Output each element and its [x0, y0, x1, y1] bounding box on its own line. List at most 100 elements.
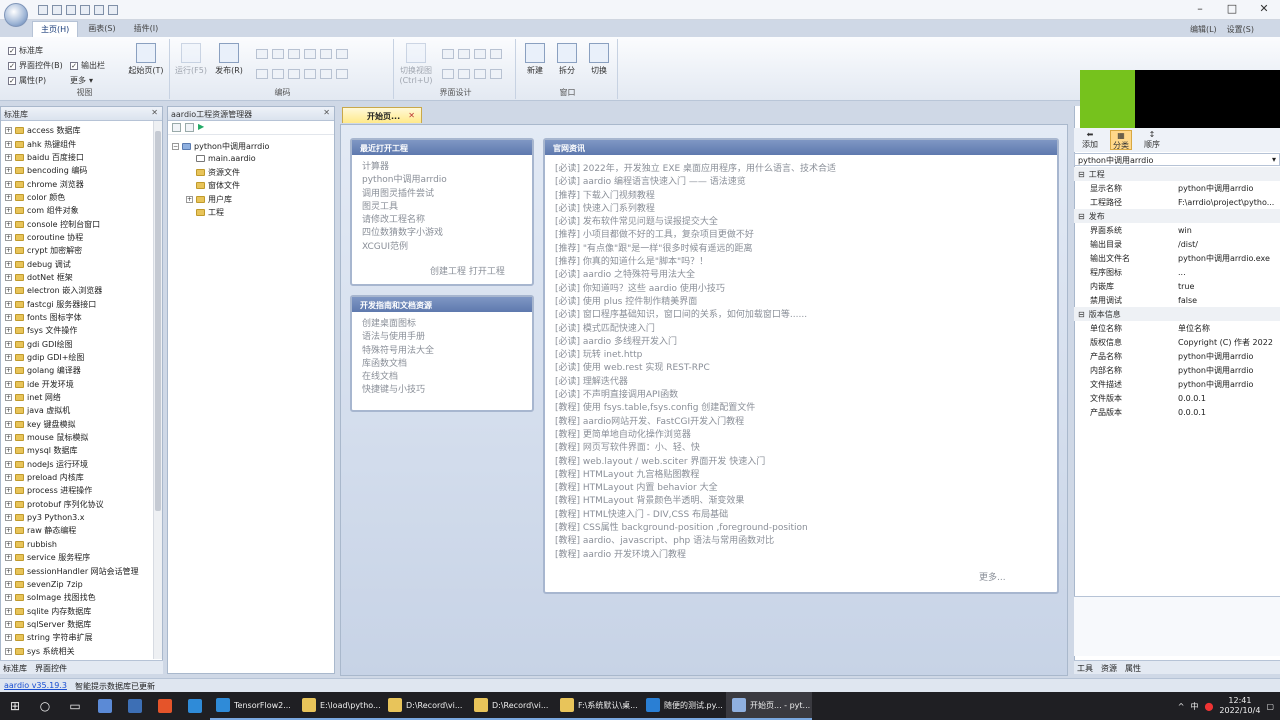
- collapse-icon[interactable]: ⊟: [1078, 212, 1085, 221]
- bookmark-tool-icon[interactable]: [256, 69, 268, 79]
- property-value[interactable]: Copyright (C) 作者 2022: [1174, 337, 1280, 348]
- library-item[interactable]: + baidu 百度接口: [5, 151, 162, 164]
- property-value[interactable]: 0.0.0.1: [1174, 408, 1280, 417]
- library-scroll-thumb[interactable]: [155, 131, 161, 511]
- tree-item-userlib[interactable]: + 用户库: [186, 194, 232, 205]
- guide-link[interactable]: 创建桌面图标: [362, 318, 522, 331]
- expand-icon[interactable]: +: [5, 247, 12, 255]
- library-item[interactable]: + sessionHandler 网站会话管理: [5, 564, 162, 577]
- expand-icon[interactable]: +: [5, 180, 12, 188]
- news-link[interactable]: [教程] HTMLayout 九宫格贴图教程: [555, 469, 1047, 482]
- center-form-icon[interactable]: [490, 69, 502, 79]
- search-icon[interactable]: ○: [30, 692, 60, 720]
- library-item[interactable]: + raw 静态编程: [5, 524, 162, 537]
- checkbox-ui-controls[interactable]: ✓ 界面控件(B): [8, 60, 63, 71]
- library-item[interactable]: + sqlServer 数据库: [5, 618, 162, 631]
- news-link[interactable]: [必读] 模式匹配快速入门: [555, 323, 1047, 336]
- expand-icon[interactable]: +: [5, 527, 12, 535]
- library-item[interactable]: + console 控制台窗口: [5, 217, 162, 230]
- expand-icon[interactable]: +: [5, 260, 12, 268]
- property-value[interactable]: python中调用arrdio: [1174, 379, 1280, 390]
- expand-icon[interactable]: +: [5, 447, 12, 455]
- library-item[interactable]: + electron 嵌入浏览器: [5, 284, 162, 297]
- tree-item-project[interactable]: 工程: [196, 207, 224, 218]
- library-item[interactable]: + fonts 图标字体: [5, 311, 162, 324]
- library-item[interactable]: + inet 网络: [5, 391, 162, 404]
- expand-icon[interactable]: +: [5, 487, 12, 495]
- expand-icon[interactable]: +: [5, 380, 12, 388]
- replace-tool-icon[interactable]: [288, 69, 300, 79]
- library-item[interactable]: + dotNet 框架: [5, 271, 162, 284]
- news-link[interactable]: [必读] 快速入门系列教程: [555, 203, 1047, 216]
- property-row[interactable]: 工程路径 F:\arrdio\project\pytho...: [1074, 195, 1280, 209]
- news-link[interactable]: [教程] aardio 开发环境入门教程: [555, 549, 1047, 562]
- news-link[interactable]: [教程] 更简单地自动化操作浏览器: [555, 429, 1047, 442]
- expand-icon[interactable]: +: [5, 607, 12, 615]
- categorize-button[interactable]: ▦ 分类: [1110, 130, 1132, 150]
- library-item[interactable]: + access 数据库: [5, 124, 162, 137]
- guide-link[interactable]: 库函数文档: [362, 358, 522, 371]
- new-window-button[interactable]: 新建: [520, 43, 550, 76]
- start-menu-icon[interactable]: ⊞: [0, 692, 30, 720]
- library-item[interactable]: + nodeJs 运行环境: [5, 458, 162, 471]
- align-left-icon[interactable]: [442, 49, 454, 59]
- start-page-button[interactable]: 起始页(T): [126, 43, 166, 76]
- library-item[interactable]: + sys 系统相关: [5, 644, 162, 657]
- comment-tool-icon[interactable]: [304, 49, 316, 59]
- tab-resources[interactable]: 资源: [1101, 663, 1117, 673]
- property-row[interactable]: 产品版本 0.0.0.1: [1074, 405, 1280, 419]
- library-item[interactable]: + service 服务程序: [5, 551, 162, 564]
- library-item[interactable]: + protobuf 序列化协议: [5, 498, 162, 511]
- news-link[interactable]: [教程] aardio、javascript、php 语法与常用函数对比: [555, 535, 1047, 548]
- split-window-button[interactable]: 拆分: [552, 43, 582, 76]
- library-item[interactable]: + ide 开发环境: [5, 378, 162, 391]
- tab-library[interactable]: 标准库: [3, 663, 27, 673]
- library-close-icon[interactable]: ✕: [151, 108, 158, 117]
- tab-plugins[interactable]: 插件(I): [126, 21, 167, 37]
- expand-icon[interactable]: +: [5, 127, 12, 135]
- more-views[interactable]: 更多 ▾: [70, 75, 93, 86]
- news-link[interactable]: [推荐] 小项目都做不好的工具，复杂项目更做不好: [555, 229, 1047, 242]
- expand-icon[interactable]: +: [5, 500, 12, 508]
- expand-icon[interactable]: +: [5, 540, 12, 548]
- run-project-icon[interactable]: ▶: [198, 123, 207, 132]
- library-item[interactable]: + crypt 加密解密: [5, 244, 162, 257]
- news-link[interactable]: [教程] aardio网站开发、FastCGI开发入门教程: [555, 416, 1047, 429]
- library-scrollbar[interactable]: [153, 121, 162, 659]
- maximize-button[interactable]: □: [1216, 0, 1248, 18]
- close-button[interactable]: ✕: [1248, 0, 1280, 18]
- property-row[interactable]: 内部名称 python中调用arrdio: [1074, 363, 1280, 377]
- run-button[interactable]: 运行(F5): [174, 43, 208, 76]
- redo-icon[interactable]: [108, 5, 118, 15]
- library-item[interactable]: + coroutine 协程: [5, 231, 162, 244]
- library-item[interactable]: + gdip GDI+绘图: [5, 351, 162, 364]
- fold-tool-icon[interactable]: [304, 69, 316, 79]
- property-row[interactable]: 单位名称 单位名称: [1074, 321, 1280, 335]
- property-section[interactable]: ⊟ 版本信息: [1074, 307, 1280, 321]
- expand-icon[interactable]: +: [5, 207, 12, 215]
- library-item[interactable]: + sqlite 内存数据库: [5, 604, 162, 617]
- find-tool-icon[interactable]: [336, 49, 348, 59]
- indent-tool-icon[interactable]: [272, 49, 284, 59]
- property-value[interactable]: /dist/: [1174, 240, 1280, 249]
- property-value[interactable]: 0.0.0.1: [1174, 394, 1280, 403]
- news-link[interactable]: [必读] aardio 编程语言快速入门 —— 语法速览: [555, 176, 1047, 189]
- taskbar-window-button[interactable]: TensorFlow2...: [210, 692, 296, 720]
- expand-icon[interactable]: +: [5, 407, 12, 415]
- save-all-icon[interactable]: [80, 5, 90, 15]
- property-value[interactable]: true: [1174, 282, 1280, 291]
- tree-item-forms[interactable]: 窗体文件: [196, 180, 240, 191]
- library-item[interactable]: + soImage 找图找色: [5, 591, 162, 604]
- expand-icon[interactable]: +: [5, 460, 12, 468]
- collapse-icon[interactable]: ⊟: [1078, 310, 1085, 319]
- property-row[interactable]: 产品名称 python中调用arrdio: [1074, 349, 1280, 363]
- property-value[interactable]: python中调用arrdio: [1174, 351, 1280, 362]
- expand-icon[interactable]: +: [5, 140, 12, 148]
- settings-menu[interactable]: 设置(S): [1227, 24, 1254, 35]
- library-item[interactable]: + chrome 浏览器: [5, 177, 162, 190]
- undo-icon[interactable]: [94, 5, 104, 15]
- property-value[interactable]: ...: [1174, 268, 1280, 277]
- guide-link[interactable]: 在线文档: [362, 371, 522, 384]
- news-link[interactable]: [推荐] 下载入门视频教程: [555, 190, 1047, 203]
- news-link[interactable]: [教程] HTMLayout 背景颜色半透明、渐变效果: [555, 495, 1047, 508]
